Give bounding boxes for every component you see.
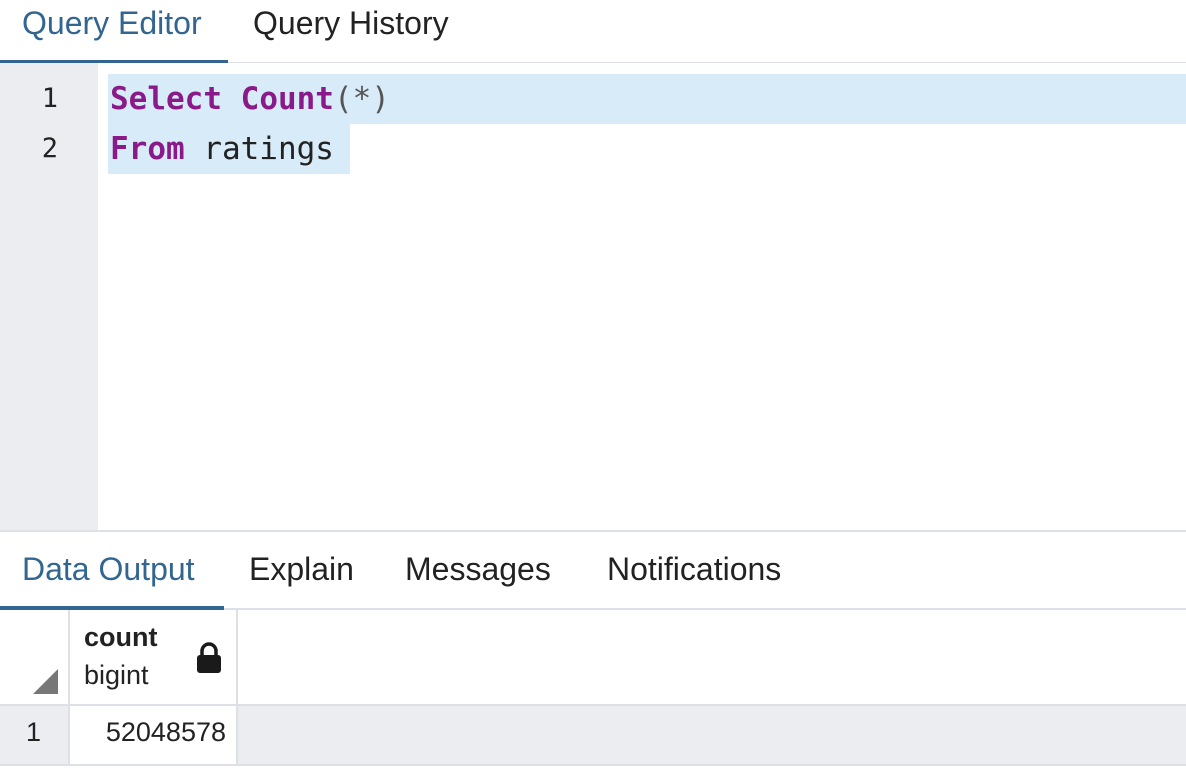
line-number: 1 [41,83,58,114]
tab-data-output[interactable]: Data Output [22,532,195,606]
code-line-1: Select Count(*) [110,74,390,124]
tab-query-history[interactable]: Query History [253,0,449,60]
lock-icon [197,642,221,673]
line-number-gutter: 1 2 [0,63,98,530]
tab-explain[interactable]: Explain [249,532,354,606]
tab-query-editor[interactable]: Query Editor [22,0,202,60]
sql-args: (*) [333,81,390,117]
column-header-count[interactable]: count bigint [70,610,238,704]
sql-keyword: From [110,131,185,167]
tab-messages[interactable]: Messages [405,532,551,606]
tab-messages-label: Messages [405,551,551,587]
tab-data-output-label: Data Output [22,551,195,587]
grid-row-border [0,764,1186,766]
output-tabs: Data Output Explain Messages Notificatio… [0,532,1186,610]
query-editor[interactable]: 1 2 Select Count(*) From ratings [0,63,1186,530]
tab-explain-label: Explain [249,551,354,587]
line-number: 2 [41,133,58,164]
sql-table-name: ratings [184,131,334,167]
editor-tabs: Query Editor Query History [0,0,1186,64]
code-line-2: From ratings [110,124,334,174]
row-number: 1 [26,717,42,747]
row-header[interactable]: 1 [0,706,70,764]
grid-header: count bigint [0,610,1186,706]
sql-function: Count [240,81,334,117]
sql-keyword: Select [110,81,222,117]
table-row[interactable]: 1 52048578 [0,706,1186,764]
tab-notifications-label: Notifications [607,551,782,587]
code-area[interactable]: Select Count(*) From ratings [98,63,1186,530]
select-all-triangle-icon [33,669,58,694]
cell-value: 52048578 [105,717,226,747]
select-all-cell[interactable] [0,610,70,704]
tab-query-editor-label: Query Editor [22,5,202,41]
result-grid: count bigint 1 52048578 [0,610,1186,772]
tab-notifications[interactable]: Notifications [607,532,781,606]
tab-query-history-label: Query History [253,5,449,41]
column-name: count [84,622,158,652]
column-type: bigint [84,660,149,690]
table-cell[interactable]: 52048578 [70,706,238,764]
